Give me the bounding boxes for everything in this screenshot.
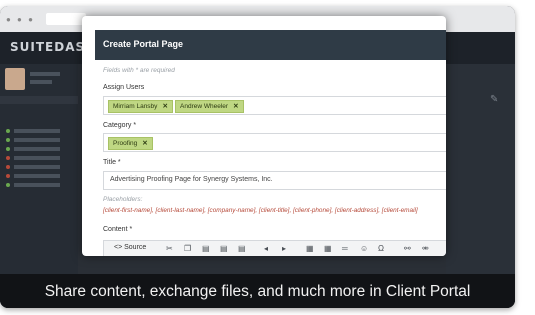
caption-band: Share content, exchange files, and much … [0, 274, 515, 308]
window-controls[interactable]: ● ● ● [6, 15, 35, 24]
editor-toolbar: <> Source ✂ ❐ ▤ ▤ ▤ ◂ ▸ ▦ ▦ ═ ☺ Ω ⚯ ⚮ [103, 240, 446, 256]
placeholders-label: Placeholders: [103, 196, 143, 203]
user-tag-label: Andrew Wheeler [180, 103, 229, 110]
link-icon[interactable]: ⚯ [404, 244, 411, 253]
undo-icon[interactable]: ◂ [264, 244, 268, 253]
assign-users-label: Assign Users [103, 84, 145, 91]
image-icon[interactable]: ▦ [306, 244, 314, 253]
content-label: Content * [103, 226, 133, 233]
table-icon[interactable]: ▦ [324, 244, 332, 253]
pencil-icon[interactable]: ✎ [490, 94, 498, 105]
user-tag-label: Mirriam Lansby [113, 103, 158, 110]
redo-icon[interactable]: ▸ [282, 244, 286, 253]
source-button[interactable]: <> Source [114, 244, 146, 251]
avatar[interactable] [5, 68, 25, 90]
title-value: Advertising Proofing Page for Synergy Sy… [110, 176, 273, 183]
sidebar-section [0, 96, 78, 104]
horizontal-line-icon[interactable]: ═ [342, 244, 348, 253]
title-input[interactable]: Advertising Proofing Page for Synergy Sy… [103, 171, 446, 190]
close-icon[interactable]: ✕ [142, 140, 147, 147]
user-tag: Andrew Wheeler ✕ [175, 100, 244, 113]
title-label: Title * [103, 159, 121, 166]
modal-title: Create Portal Page [103, 39, 184, 49]
category-tag: Proofing ✕ [108, 137, 153, 150]
smiley-icon[interactable]: ☺ [360, 244, 368, 253]
cut-icon[interactable]: ✂ [166, 244, 173, 253]
modal-header: Create Portal Page [95, 30, 446, 60]
assign-users-field[interactable]: Mirriam Lansby ✕ Andrew Wheeler ✕ [103, 96, 446, 115]
category-field[interactable]: Proofing ✕ [103, 133, 446, 152]
required-note: Fields with * are required [103, 67, 175, 74]
unlink-icon[interactable]: ⚮ [422, 244, 429, 253]
paste-text-icon[interactable]: ▤ [220, 244, 228, 253]
placeholders-list: [client-first-name], [client-last-name],… [103, 207, 418, 214]
category-label: Category * [103, 122, 137, 129]
address-bar[interactable] [46, 13, 86, 25]
user-tag: Mirriam Lansby ✕ [108, 100, 173, 113]
caption-text: Share content, exchange files, and much … [44, 283, 471, 300]
close-icon[interactable]: ✕ [233, 103, 238, 110]
close-icon[interactable]: ✕ [162, 103, 167, 110]
create-portal-page-modal: Create Portal Page Fields with * are req… [82, 16, 446, 256]
special-char-icon[interactable]: Ω [378, 244, 384, 253]
copy-icon[interactable]: ❐ [184, 244, 191, 253]
paste-icon[interactable]: ▤ [202, 244, 210, 253]
category-tag-label: Proofing [113, 140, 138, 147]
background-content [446, 64, 515, 308]
paste-word-icon[interactable]: ▤ [238, 244, 246, 253]
source-button-label: Source [124, 244, 147, 251]
